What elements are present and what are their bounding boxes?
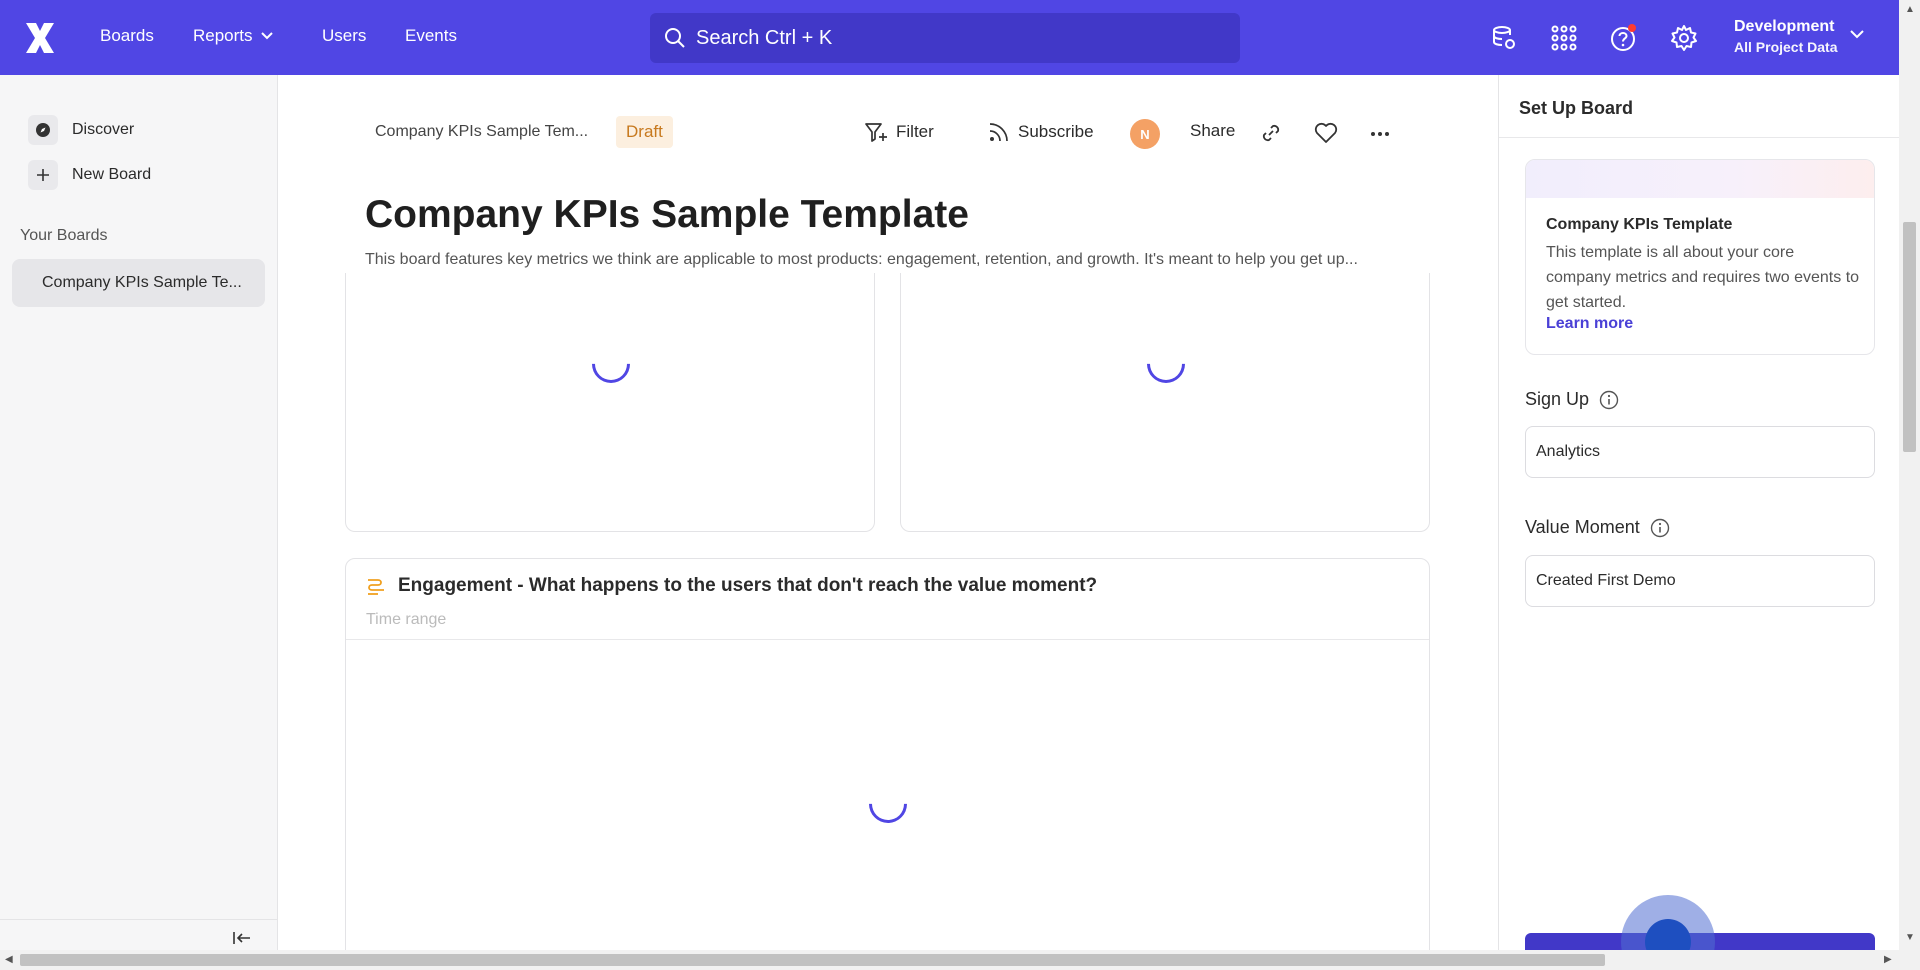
- gear-icon[interactable]: [1670, 24, 1698, 52]
- left-sidebar: Discover New Board Your Boards Company K…: [0, 75, 278, 950]
- status-badge: Draft: [616, 116, 673, 148]
- heart-icon[interactable]: [1314, 122, 1338, 144]
- engagement-report-card[interactable]: Engagement - What happens to the users t…: [345, 558, 1430, 950]
- card-header: Engagement - What happens to the users t…: [366, 575, 1097, 597]
- template-banner: [1526, 160, 1874, 198]
- compass-icon: [36, 123, 50, 137]
- template-name: Company KPIs Template: [1546, 216, 1733, 233]
- scroll-left-arrow-icon[interactable]: ◀: [5, 954, 13, 965]
- scroll-right-arrow-icon[interactable]: ▶: [1884, 954, 1892, 965]
- field-value: Created First Demo: [1536, 572, 1676, 589]
- learn-more-link[interactable]: Learn more: [1546, 315, 1633, 333]
- collapse-sidebar-icon[interactable]: [232, 930, 252, 946]
- panel-title: Set Up Board: [1519, 98, 1634, 118]
- data-settings-icon[interactable]: [1490, 24, 1518, 52]
- app-logo-icon[interactable]: [22, 20, 58, 56]
- nav-users[interactable]: Users: [322, 26, 366, 46]
- field-value: Analytics: [1536, 443, 1601, 460]
- link-icon[interactable]: [1260, 122, 1282, 144]
- loading-spinner: [584, 337, 638, 391]
- sign-up-field-label: Sign Up: [1525, 389, 1619, 410]
- more-options-icon[interactable]: [1370, 131, 1390, 137]
- sidebar-item-label: New Board: [72, 166, 152, 183]
- horizontal-scroll-thumb[interactable]: [20, 954, 1605, 966]
- panel-divider: [1499, 137, 1899, 138]
- help-icon[interactable]: [1610, 24, 1638, 52]
- avatar[interactable]: N: [1130, 119, 1160, 149]
- board-description: This board features key metrics we think…: [365, 251, 1358, 268]
- share-label: Share: [1190, 121, 1236, 140]
- nav-boards[interactable]: Boards: [100, 26, 154, 46]
- report-card[interactable]: [345, 273, 875, 532]
- search-bar[interactable]: Search Ctrl + K: [650, 13, 1240, 63]
- subscribe-label: Subscribe: [1018, 122, 1094, 141]
- search-placeholder: Search Ctrl + K: [696, 26, 833, 49]
- sidebar-board-item[interactable]: Company KPIs Sample Te...: [12, 259, 265, 307]
- sidebar-item-label: Discover: [72, 121, 135, 138]
- chevron-down-icon[interactable]: [1850, 30, 1864, 39]
- plus-icon: [37, 169, 49, 181]
- sidebar-divider: [0, 919, 278, 920]
- main-content: Company KPIs Sample Tem... Draft Filter …: [278, 75, 1498, 950]
- card-divider: [346, 639, 1429, 640]
- loading-spinner: [861, 777, 915, 831]
- info-icon[interactable]: [1650, 518, 1670, 538]
- rss-icon: [989, 123, 1008, 142]
- scroll-up-arrow-icon[interactable]: ▲: [1905, 4, 1915, 15]
- scroll-down-arrow-icon[interactable]: ▼: [1905, 932, 1915, 943]
- value-moment-event-selector[interactable]: Created First Demo: [1525, 555, 1875, 607]
- top-navigation-bar: Boards Reports Users Events Search Ctrl …: [0, 0, 1899, 75]
- discover-icon-box: [28, 115, 58, 145]
- project-scope: All Project Data: [1734, 39, 1838, 55]
- sidebar-board-label: Company KPIs Sample Te...: [42, 274, 242, 291]
- project-name: Development: [1734, 18, 1835, 35]
- filter-label: Filter: [896, 122, 934, 141]
- setup-board-panel: Set Up Board Company KPIs Template This …: [1498, 75, 1899, 970]
- share-button[interactable]: Share: [1190, 121, 1235, 141]
- field-label-text: Sign Up: [1525, 389, 1590, 409]
- sign-up-event-selector[interactable]: Analytics: [1525, 426, 1875, 478]
- your-boards-heading: Your Boards: [20, 227, 108, 244]
- field-label-text: Value Moment: [1525, 517, 1640, 537]
- sidebar-item-discover[interactable]: Discover: [28, 115, 134, 145]
- vertical-scroll-thumb[interactable]: [1903, 222, 1916, 452]
- nav-boards-label: Boards: [100, 26, 154, 45]
- sidebar-item-new-board[interactable]: New Board: [28, 160, 151, 190]
- flows-report-icon: [368, 579, 384, 595]
- project-selector[interactable]: Development All Project Data: [1734, 16, 1837, 58]
- filter-icon: [865, 123, 887, 142]
- loading-spinner: [1139, 337, 1193, 391]
- nav-reports[interactable]: Reports: [193, 26, 273, 46]
- nav-reports-label: Reports: [193, 26, 253, 45]
- value-moment-field-label: Value Moment: [1525, 517, 1670, 538]
- new-board-icon-box: [28, 160, 58, 190]
- nav-events-label: Events: [405, 26, 457, 45]
- horizontal-scrollbar[interactable]: ◀ ▶: [0, 950, 1920, 970]
- breadcrumb[interactable]: Company KPIs Sample Tem...: [375, 123, 588, 141]
- info-icon[interactable]: [1599, 390, 1619, 410]
- card-time-range[interactable]: Time range: [366, 611, 446, 629]
- template-info-card: Company KPIs Template This template is a…: [1525, 159, 1875, 355]
- page-title: Company KPIs Sample Template: [365, 193, 969, 236]
- search-icon: [665, 28, 685, 48]
- filter-button[interactable]: Filter: [864, 121, 934, 143]
- nav-users-label: Users: [322, 26, 367, 45]
- vertical-scrollbar[interactable]: ▲ ▼: [1899, 0, 1920, 950]
- card-title: Engagement - What happens to the users t…: [398, 575, 1098, 596]
- report-card[interactable]: [900, 273, 1430, 532]
- subscribe-button[interactable]: Subscribe: [988, 121, 1094, 143]
- apps-grid-icon[interactable]: [1550, 24, 1578, 52]
- nav-events[interactable]: Events: [405, 26, 457, 46]
- chevron-down-icon: [260, 32, 273, 40]
- template-description: This template is all about your core com…: [1546, 244, 1860, 311]
